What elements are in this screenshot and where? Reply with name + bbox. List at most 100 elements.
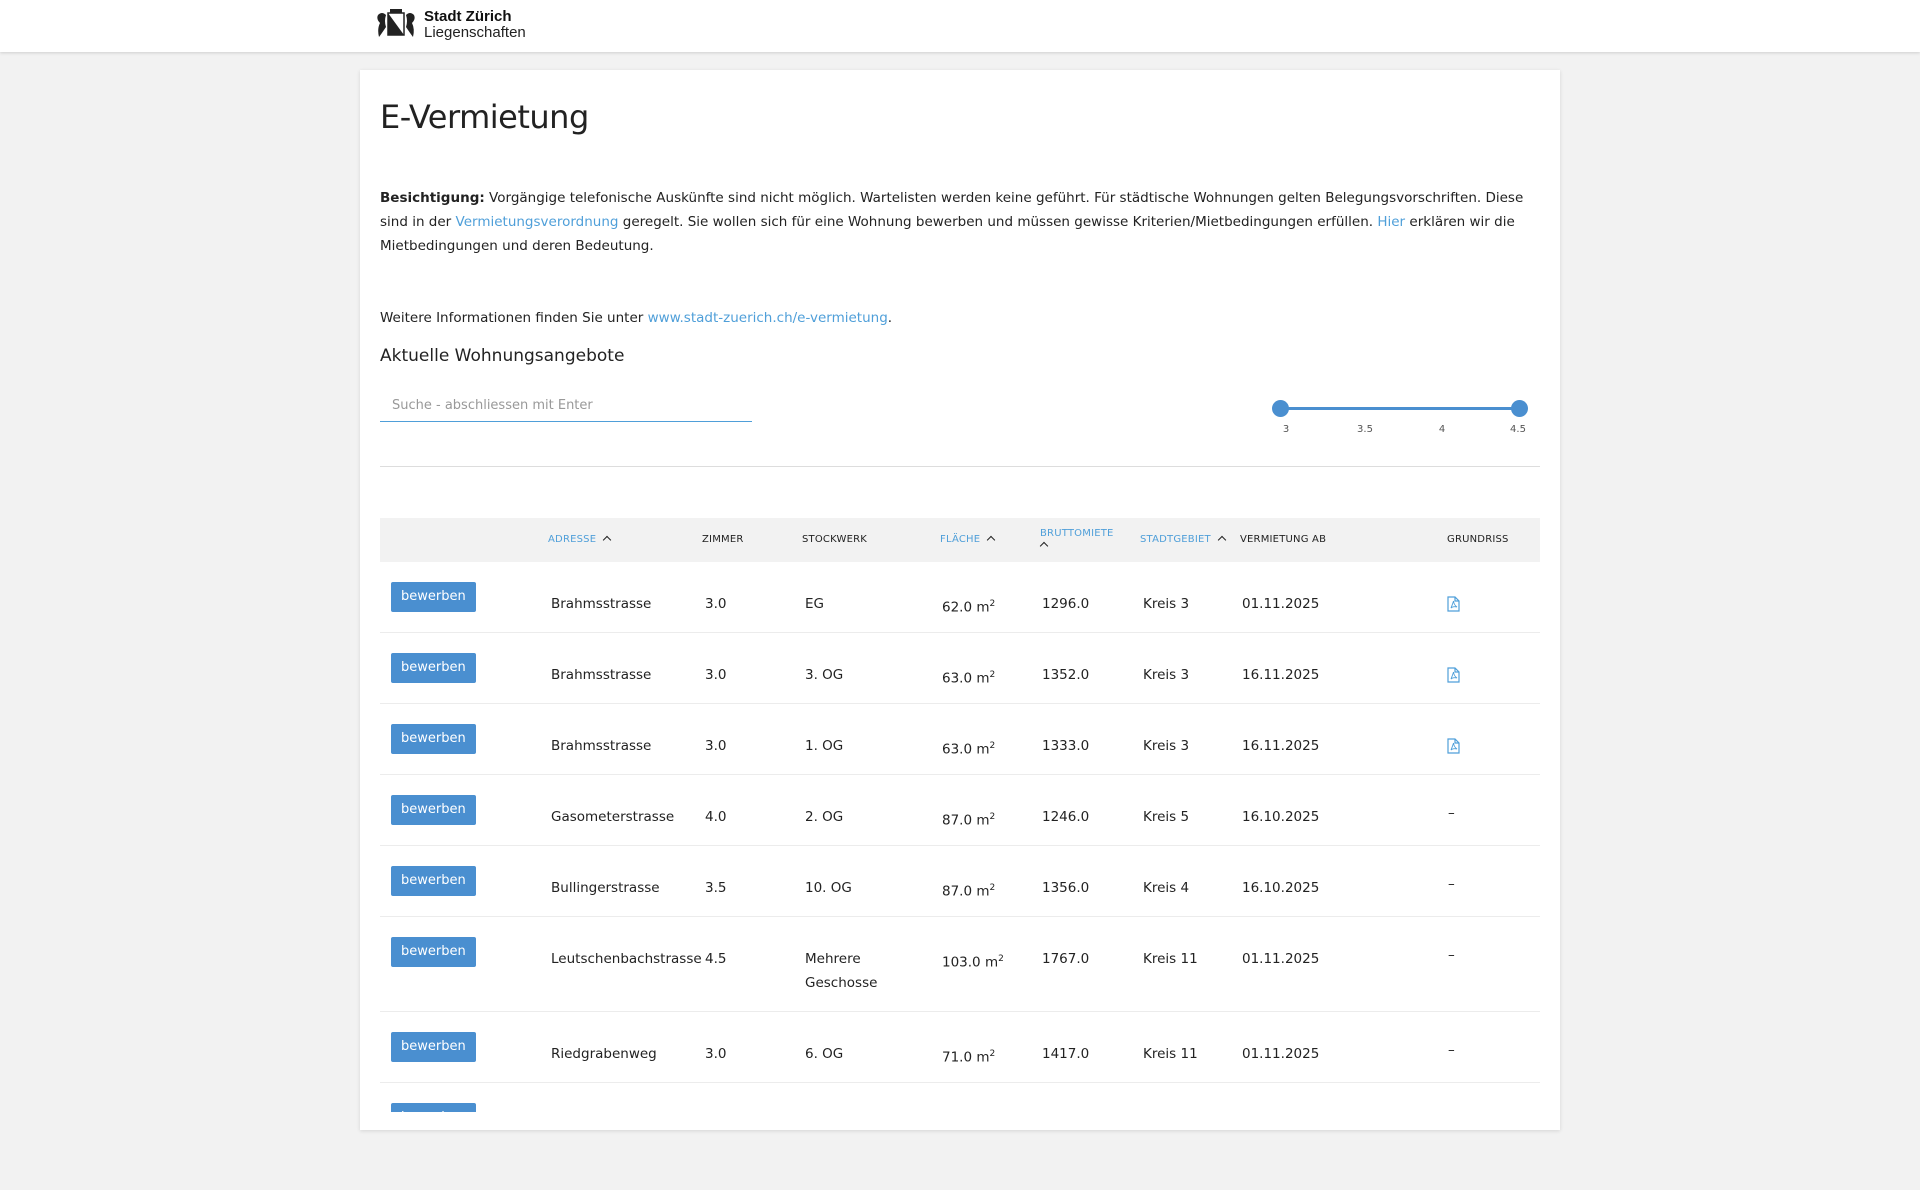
header-zimmer: Zimmer: [702, 534, 744, 545]
header-bruttomiete-label: Bruttomiete: [1040, 528, 1114, 539]
cell-flaeche: 62.0 m2: [942, 592, 995, 620]
intro-text: Besichtigung: Vorgängige telefonische Au…: [380, 186, 1540, 258]
area-unit-superscript: 2: [998, 954, 1004, 964]
cell-stockwerk: EG: [805, 596, 824, 612]
slider-tick: 3.5: [1357, 424, 1373, 435]
sort-asc-icon: [1039, 541, 1049, 551]
area-unit: m: [976, 670, 990, 687]
slider-handle-max[interactable]: [1511, 400, 1528, 417]
table-header: Adresse Zimmer Stockwerk Fläche Bruttomi…: [380, 518, 1540, 562]
cell-vermietung-ab: 01.11.2025: [1242, 1046, 1320, 1062]
cell-grundriss: –: [1448, 947, 1455, 963]
header-vermietung-ab: Vermietung ab: [1240, 534, 1327, 545]
main-card: E-Vermietung Besichtigung: Vorgängige te…: [360, 70, 1560, 1130]
bewerben-button[interactable]: bewerben: [391, 795, 476, 825]
cell-zimmer: 4.5: [705, 951, 727, 967]
area-unit-superscript: 2: [989, 741, 996, 751]
area-unit: m: [976, 812, 990, 829]
cell-stadtgebiet: Kreis 3: [1143, 738, 1190, 754]
cell-flaeche: 87.0 m2: [942, 805, 995, 833]
area-unit: m: [976, 1049, 990, 1066]
cell-bruttomiete: 1296.0: [1042, 596, 1090, 612]
more-info-end: .: [887, 310, 893, 326]
header-adresse[interactable]: Adresse: [548, 534, 612, 545]
cell-vermietung-ab: 01.11.2025: [1242, 596, 1320, 612]
cell-vermietung-ab: 16.10.2025: [1242, 809, 1320, 825]
divider: [380, 466, 1540, 467]
intro-label: Besichtigung:: [380, 190, 485, 206]
logo[interactable]: Stadt Zürich Liegenschaften: [376, 9, 526, 41]
cell-zimmer: 3.0: [705, 1046, 727, 1062]
flaeche-value: 62.0: [942, 599, 973, 616]
header-flaeche[interactable]: Fläche: [940, 534, 996, 545]
cell-stadtgebiet: Kreis 11: [1143, 1046, 1198, 1062]
flaeche-value: 87.0: [942, 883, 973, 900]
cell-zimmer: 3.0: [705, 596, 727, 612]
search-input[interactable]: [380, 390, 752, 422]
slider-tick: 3: [1282, 424, 1290, 435]
cell-stadtgebiet: Kreis 3: [1143, 596, 1190, 612]
header-stadtgebiet[interactable]: Stadtgebiet: [1140, 534, 1227, 545]
zurich-coat-of-arms-icon: [377, 9, 415, 37]
cell-stadtgebiet: Kreis 4: [1143, 880, 1190, 896]
hier-link[interactable]: Hier: [1377, 214, 1405, 230]
slider-track[interactable]: [1280, 407, 1520, 410]
sort-asc-icon: [1217, 535, 1227, 545]
cell-bruttomiete: 1246.0: [1042, 809, 1090, 825]
top-bar: Stadt Zürich Liegenschaften: [0, 0, 1920, 52]
more-info-text: Weitere Informationen finden Sie unter: [380, 310, 648, 326]
header-bruttomiete[interactable]: Bruttomiete: [1039, 528, 1114, 552]
pdf-file-icon[interactable]: [1447, 596, 1460, 612]
area-unit-superscript: 2: [989, 599, 996, 609]
room-range-slider[interactable]: 3 3.5 4 4.5: [1272, 400, 1528, 440]
cell-grundriss: –: [1448, 1042, 1455, 1058]
cell-stockwerk: 1. OG: [805, 738, 844, 754]
table-row: bewerben Bullingerstrasse 3.5 10. OG 87.0 m2…: [380, 846, 1540, 917]
cell-zimmer: 3.5: [705, 880, 727, 896]
flaeche-value: 71.0: [942, 1049, 973, 1066]
more-info: Weitere Informationen finden Sie unter w…: [380, 306, 892, 330]
bewerben-button[interactable]: bewerben: [391, 582, 476, 612]
logo-subtitle: Liegenschaften: [424, 24, 526, 41]
table-row: bewerben Brahmsstrasse 3.0 1. OG 63.0 m2 1333…: [380, 704, 1540, 775]
flaeche-value: 87.0: [942, 812, 973, 829]
cell-bruttomiete: 1417.0: [1042, 1046, 1090, 1062]
pdf-file-icon[interactable]: [1447, 667, 1460, 683]
header-flaeche-label: Fläche: [940, 534, 981, 545]
cell-stockwerk: 2. OG: [805, 809, 844, 825]
e-vermietung-link[interactable]: www.stadt-zuerich.ch/e-vermietung: [648, 310, 888, 326]
bewerben-button[interactable]: bewerben: [391, 1032, 476, 1062]
cell-bruttomiete: 1352.0: [1042, 667, 1090, 683]
header-grundriss: Grundriss: [1447, 534, 1509, 545]
intro-text-2: geregelt. Sie wollen sich für eine Wohnu…: [618, 214, 1378, 230]
slider-handle-min[interactable]: [1272, 400, 1289, 417]
header-stockwerk: Stockwerk: [802, 534, 868, 545]
section-title: Aktuelle Wohnungsangebote: [380, 346, 625, 366]
bewerben-button[interactable]: bewerben: [391, 724, 476, 754]
logo-title: Stadt Zürich: [424, 8, 512, 25]
pdf-file-icon[interactable]: [1447, 738, 1460, 754]
bewerben-button[interactable]: bewerben: [391, 1103, 476, 1112]
cell-flaeche: 103.0 m2: [942, 947, 1004, 975]
table-body: bewerben Brahmsstrasse 3.0 EG 62.0 m2 1296.0 K…: [380, 562, 1540, 1112]
area-unit-superscript: 2: [989, 883, 996, 893]
header-stadtgebiet-label: Stadtgebiet: [1140, 534, 1211, 545]
cell-stockwerk: Mehrere Geschosse: [805, 951, 878, 991]
cell-bruttomiete: 1356.0: [1042, 880, 1090, 896]
cell-adresse: Brahmsstrasse: [551, 596, 652, 612]
area-unit: m: [976, 741, 990, 758]
cell-stadtgebiet: Kreis 5: [1143, 809, 1190, 825]
area-unit: m: [984, 954, 999, 971]
cell-adresse: Leutschenbachstrasse: [551, 951, 702, 967]
table-row: bewerben Riedgrabenweg 3.0 6. OG 71.0 m2 1417…: [380, 1012, 1540, 1083]
vermietungsverordnung-link[interactable]: Vermietungsverordnung: [456, 214, 619, 230]
bewerben-button[interactable]: bewerben: [391, 937, 476, 967]
bewerben-button[interactable]: bewerben: [391, 653, 476, 683]
cell-adresse: Riedgrabenweg: [551, 1046, 657, 1062]
sort-asc-icon: [602, 535, 612, 545]
cell-stadtgebiet: Kreis 11: [1143, 951, 1198, 967]
page-title: E-Vermietung: [380, 98, 589, 136]
cell-vermietung-ab: 01.11.2025: [1242, 951, 1320, 967]
bewerben-button[interactable]: bewerben: [391, 866, 476, 896]
table-row: bewerben Gasometerstrasse 4.0 2. OG 87.0 m2 1…: [380, 775, 1540, 846]
